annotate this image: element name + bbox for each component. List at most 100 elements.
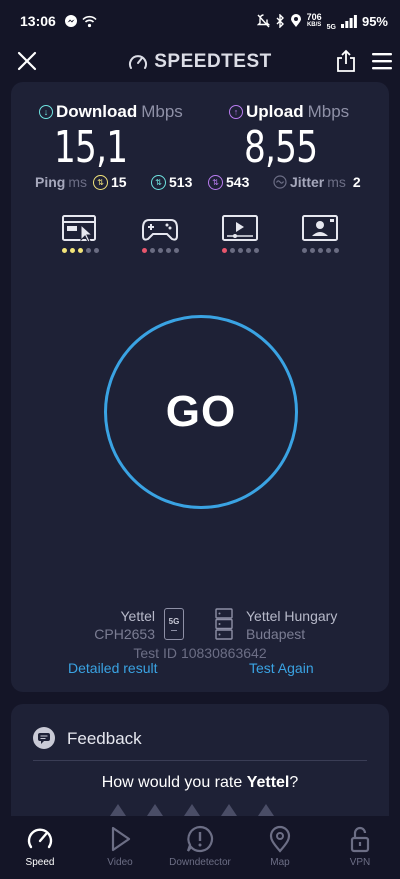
download-arrow-icon: ↓: [39, 105, 53, 119]
rating-question-brand: Yettel: [246, 774, 290, 791]
star-3[interactable]: [184, 804, 200, 816]
ping-upload-value: 543: [226, 174, 250, 190]
net-speed: 706 KB/S: [307, 13, 322, 29]
activity-video-call[interactable]: [300, 214, 340, 253]
jitter-label: Jitter: [290, 174, 325, 190]
star-2[interactable]: [147, 804, 163, 816]
nav-tab-video[interactable]: Video: [80, 816, 160, 879]
video-call-icon: [302, 215, 338, 241]
rating-question-suffix: ?: [289, 774, 299, 791]
nav-tab-downdetector[interactable]: Downdetector: [160, 816, 240, 879]
ping-download-icon: ⇅: [151, 174, 166, 190]
network-badge: 5G: [168, 616, 180, 626]
rating-dot: [237, 248, 243, 253]
share-icon[interactable]: [335, 49, 357, 73]
activity-gaming[interactable]: [140, 214, 180, 253]
device-name: CPH2653: [94, 626, 155, 642]
messenger-icon: [64, 15, 77, 27]
rating-dot: [221, 248, 227, 253]
download-unit: Mbps: [141, 102, 183, 121]
ping-idle: Ping ms ⇅ 15: [35, 174, 127, 190]
activity-video[interactable]: [220, 214, 260, 253]
ping-upload: ⇅ 543: [208, 174, 249, 190]
net-speed-value: 706: [306, 12, 322, 22]
rating-dot: [141, 248, 147, 253]
rating-dot: [77, 248, 83, 253]
jitter-icon: [273, 175, 287, 189]
server-icon: [215, 608, 233, 640]
brand-title: SPEEDTEST: [154, 51, 272, 72]
download-label: Download: [56, 102, 138, 121]
signal-icon: [340, 14, 357, 28]
rating-dot: [93, 248, 99, 253]
play-icon: [111, 826, 131, 852]
star-4[interactable]: [221, 804, 237, 816]
feedback-icon: [33, 727, 55, 749]
test-again-link[interactable]: Test Again: [249, 660, 314, 676]
alert-icon: [186, 825, 214, 853]
wifi-icon: [82, 15, 97, 27]
test-id: Test ID 10830863642: [11, 645, 389, 661]
rating-dot: [309, 248, 315, 253]
rating-question-prefix: How would you rate: [101, 774, 247, 791]
result-card: ↓ Download Mbps 15,1 ↑ Upload Mbps 8,55 …: [11, 82, 389, 692]
location-icon: [290, 14, 301, 27]
network-type: 5G: [326, 23, 336, 31]
map-pin-icon: [269, 825, 291, 853]
nav-tab-map[interactable]: Map: [240, 816, 320, 879]
rating-dot: [157, 248, 163, 253]
nav-label: Map: [270, 857, 290, 868]
upload-arrow-icon: ↑: [229, 105, 243, 119]
download-header: ↓ Download Mbps: [39, 102, 183, 122]
bluetooth-icon: [276, 14, 284, 28]
nav-label: Speed: [25, 857, 55, 868]
ping-idle-icon: ⇅: [93, 174, 109, 190]
upload-unit: Mbps: [307, 102, 350, 121]
isp-name: Yettel: [120, 608, 155, 624]
nav-tab-speed[interactable]: Speed: [0, 816, 80, 879]
lock-icon: [350, 826, 370, 853]
rating-dot: [317, 248, 323, 253]
upload-value: 8,55: [244, 122, 318, 173]
mute-icon: [256, 14, 270, 28]
feedback-title: Feedback: [67, 729, 142, 748]
nav-label: Downdetector: [169, 857, 231, 868]
activity-browsing[interactable]: [60, 214, 100, 253]
ping-label: Ping: [35, 174, 66, 190]
download-value: 15,1: [54, 122, 128, 173]
battery-level: 95%: [361, 13, 388, 29]
rating-stars: [110, 804, 274, 816]
star-5[interactable]: [258, 804, 274, 816]
test-id-value: 10830863642: [180, 645, 267, 661]
status-time: 13:06: [20, 13, 56, 29]
rating-dot: [245, 248, 251, 253]
browser-cursor-icon: [62, 215, 96, 243]
speedometer-icon: [27, 828, 53, 849]
menu-icon[interactable]: [371, 52, 393, 70]
upload-header: ↑ Upload Mbps: [229, 102, 349, 122]
nav-tab-vpn[interactable]: VPN: [320, 816, 400, 879]
bottom-nav: Speed Video Downdetector Map VPN: [0, 816, 400, 879]
rating-dots: [301, 248, 339, 253]
rating-dot: [333, 248, 339, 253]
upload-label: Upload: [246, 102, 304, 121]
go-label: GO: [165, 387, 237, 436]
network-badge-icon: 5G: [164, 608, 184, 640]
rating-dots: [61, 248, 99, 253]
divider: [33, 760, 367, 761]
net-speed-unit: KB/S: [306, 22, 322, 28]
ping-download-value: 513: [169, 174, 193, 190]
server-name: Yettel Hungary: [246, 608, 338, 624]
rating-dot: [173, 248, 179, 253]
feedback-card: Feedback How would you rate Yettel?: [11, 704, 389, 834]
detailed-result-link[interactable]: Detailed result: [68, 660, 158, 676]
star-1[interactable]: [110, 804, 126, 816]
go-button[interactable]: GO: [104, 315, 298, 509]
video-player-icon: [222, 215, 258, 241]
top-bar: SPEEDTEST: [0, 44, 400, 80]
jitter: Jitter ms 2: [273, 174, 361, 190]
rating-dot: [325, 248, 331, 253]
rating-dot: [253, 248, 259, 253]
gamepad-icon: [142, 219, 178, 241]
status-bar: 13:06 706 KB/S 5G 95%: [0, 0, 400, 42]
